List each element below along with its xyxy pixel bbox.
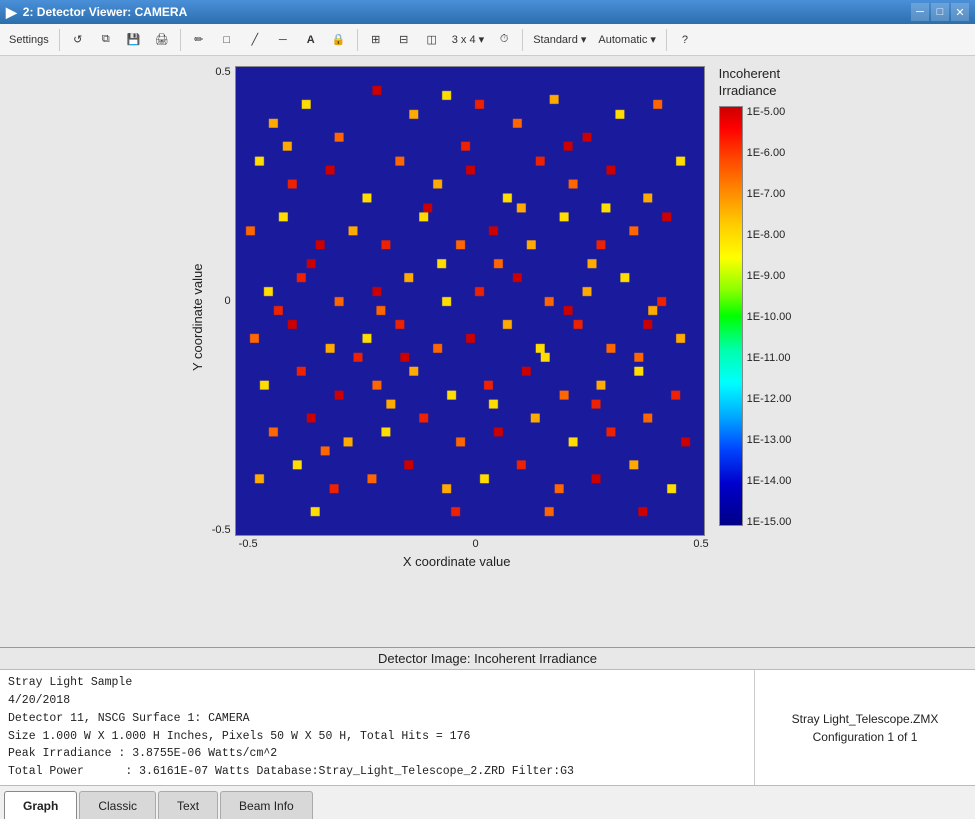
hline-button[interactable]: ─	[270, 27, 296, 53]
layout-button[interactable]: ⊟	[391, 27, 417, 53]
cb-label-9: 1E-13.00	[747, 434, 792, 446]
colorbar-labels: 1E-5.00 1E-6.00 1E-7.00 1E-8.00 1E-9.00 …	[747, 106, 792, 528]
copy-button[interactable]: ⧉	[93, 27, 119, 53]
tab-graph[interactable]: Graph	[4, 791, 77, 819]
tab-classic[interactable]: Classic	[79, 791, 156, 819]
cb-label-11: 1E-15.00	[747, 516, 792, 528]
y-tick-5: -0.5	[212, 524, 231, 536]
chart-container: Y coordinate value 0.5 0 -0.5	[10, 66, 965, 647]
info-line-3: Detector 11, NSCG Surface 1: CAMERA	[8, 710, 746, 728]
chart-with-axes: Y coordinate value 0.5 0 -0.5	[184, 66, 792, 569]
separator-1	[59, 29, 60, 51]
plot-area: Y coordinate value 0.5 0 -0.5	[0, 56, 975, 647]
toolbar: Settings ↺ ⧉ 💾 🖨 ✏ □ ╱ ─ A 🔒 ⊞ ⊟ ◫ 3 x 4…	[0, 24, 975, 56]
grid-tool-button[interactable]: ⊞	[363, 27, 389, 53]
pen-button[interactable]: ✏	[186, 27, 212, 53]
x-tick-3: 0.5	[693, 538, 708, 550]
standard-dropdown[interactable]: Standard ▾	[528, 27, 591, 53]
cb-label-10: 1E-14.00	[747, 475, 792, 487]
info-line-4: Size 1.000 W X 1.000 H Inches, Pixels 50…	[8, 728, 746, 746]
detector-plot[interactable]	[235, 66, 705, 536]
rect-button[interactable]: □	[214, 27, 240, 53]
app-icon: ▶	[6, 4, 17, 21]
y-tick-3: 0	[225, 295, 231, 307]
cb-label-6: 1E-10.00	[747, 311, 792, 323]
info-line-2: 4/20/2018	[8, 692, 746, 710]
save-button[interactable]: 💾	[121, 27, 147, 53]
tab-beam-info[interactable]: Beam Info	[220, 791, 313, 819]
grid-size-button[interactable]: 3 x 4 ▾	[447, 27, 489, 53]
main-content: Y coordinate value 0.5 0 -0.5	[0, 56, 975, 819]
y-ticks-and-plot: 0.5 0 -0.5	[205, 66, 709, 536]
cb-label-5: 1E-9.00	[747, 270, 792, 282]
cb-label-7: 1E-11.00	[747, 352, 792, 364]
colorbar-wrapper: 1E-5.00 1E-6.00 1E-7.00 1E-8.00 1E-9.00 …	[719, 106, 792, 528]
info-right: Stray Light_Telescope.ZMXConfiguration 1…	[755, 670, 975, 785]
cb-label-8: 1E-12.00	[747, 393, 792, 405]
info-header: Detector Image: Incoherent Irradiance	[0, 648, 975, 670]
timer-button[interactable]: ⏱	[491, 27, 517, 53]
info-line-1: Stray Light Sample	[8, 674, 746, 692]
refresh-button[interactable]: ↺	[65, 27, 91, 53]
x-tick-2: 0	[472, 538, 478, 550]
cb-label-2: 1E-6.00	[747, 147, 792, 159]
line-button[interactable]: ╱	[242, 27, 268, 53]
maximize-button[interactable]: □	[931, 3, 949, 21]
window-title: 2: Detector Viewer: CAMERA	[23, 5, 187, 19]
y-axis-label: Y coordinate value	[184, 66, 205, 569]
colorbar-container: IncoherentIrradiance 1E-5.00 1E-6.00 1E-…	[719, 66, 792, 528]
separator-5	[666, 29, 667, 51]
y-ticks: 0.5 0 -0.5	[205, 66, 235, 536]
config-info: Stray Light_Telescope.ZMXConfiguration 1…	[792, 710, 939, 746]
print-button[interactable]: 🖨	[149, 27, 175, 53]
colorbar	[719, 106, 743, 526]
cb-label-4: 1E-8.00	[747, 229, 792, 241]
text-button[interactable]: A	[298, 27, 324, 53]
info-body: Stray Light Sample 4/20/2018 Detector 11…	[0, 670, 975, 785]
colorbar-title: IncoherentIrradiance	[719, 66, 792, 100]
layers-button[interactable]: ◫	[419, 27, 445, 53]
help-button[interactable]: ?	[672, 27, 698, 53]
info-line-5: Peak Irradiance : 3.8755E-06 Watts/cm^2	[8, 745, 746, 763]
x-axis-label: X coordinate value	[205, 554, 709, 569]
separator-3	[357, 29, 358, 51]
info-text: Stray Light Sample 4/20/2018 Detector 11…	[0, 670, 755, 785]
separator-2	[180, 29, 181, 51]
plot-canvas-wrapper: 0.5 0 -0.5 -0.5	[205, 66, 709, 569]
separator-4	[522, 29, 523, 51]
y-tick-1: 0.5	[215, 66, 230, 78]
tab-text[interactable]: Text	[158, 791, 218, 819]
info-line-6: Total Power : 3.6161E-07 Watts Database:…	[8, 763, 746, 781]
bottom-tabs: Graph Classic Text Beam Info	[0, 785, 975, 819]
window-controls: ─ □ ✕	[911, 3, 969, 21]
automatic-dropdown[interactable]: Automatic ▾	[593, 27, 661, 53]
x-tick-1: -0.5	[239, 538, 258, 550]
lock-button[interactable]: 🔒	[326, 27, 352, 53]
chart-and-colorbar: 0.5 0 -0.5 -0.5	[205, 66, 792, 569]
settings-button[interactable]: Settings	[4, 27, 54, 53]
cb-label-1: 1E-5.00	[747, 106, 792, 118]
settings-label: Settings	[9, 34, 49, 46]
minimize-button[interactable]: ─	[911, 3, 929, 21]
x-ticks: -0.5 0 0.5	[205, 538, 709, 550]
info-panel: Detector Image: Incoherent Irradiance St…	[0, 647, 975, 785]
cb-label-3: 1E-7.00	[747, 188, 792, 200]
close-button[interactable]: ✕	[951, 3, 969, 21]
title-bar: ▶ 2: Detector Viewer: CAMERA ─ □ ✕	[0, 0, 975, 24]
